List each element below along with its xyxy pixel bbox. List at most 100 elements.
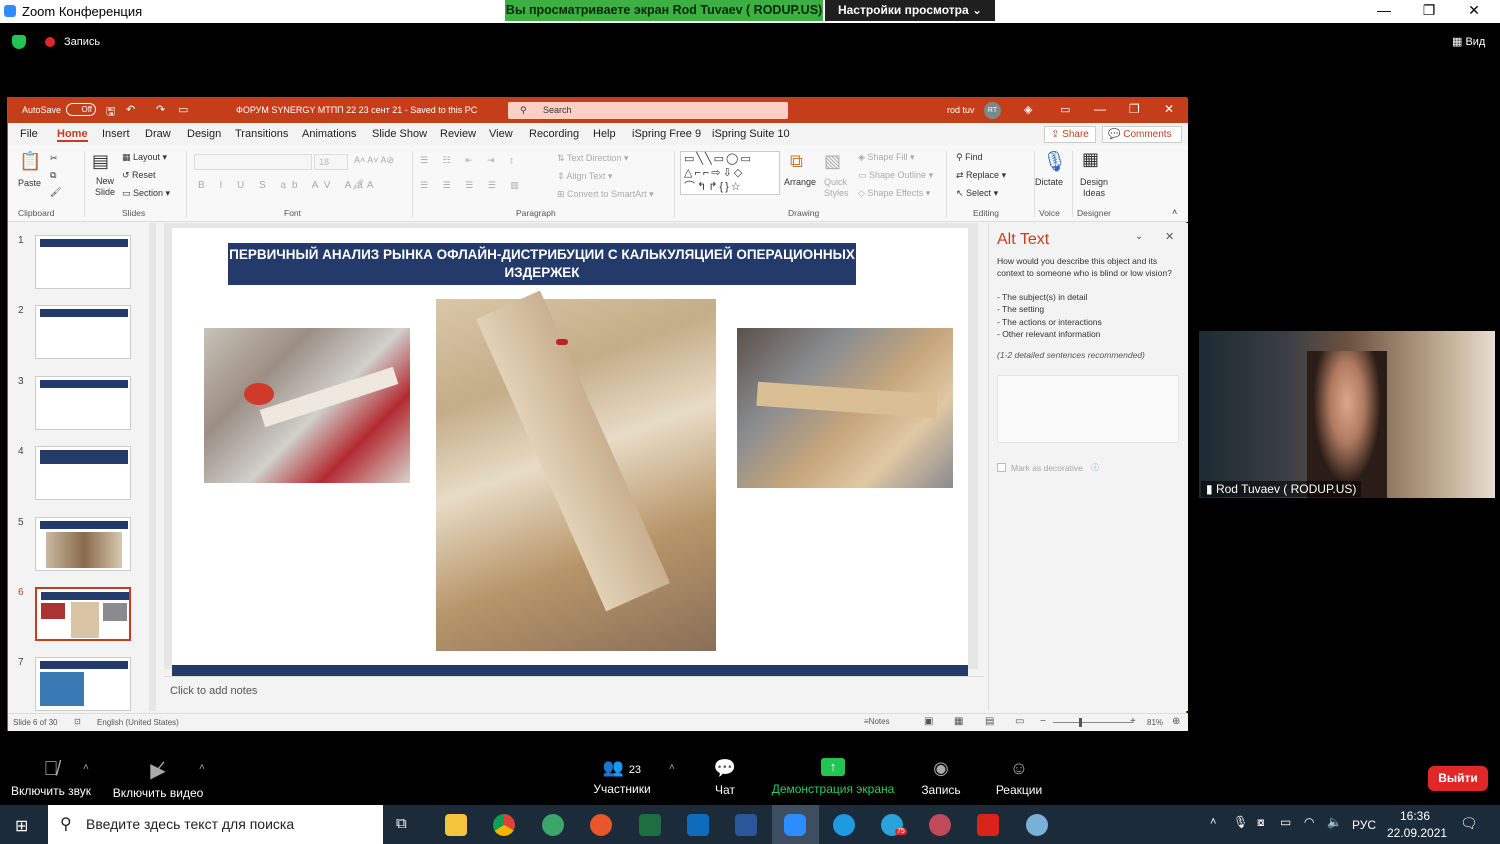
- tab-view[interactable]: View: [489, 128, 513, 140]
- ppt-restore-icon[interactable]: ❐: [1129, 102, 1140, 116]
- zoom-level[interactable]: 81%: [1147, 718, 1163, 727]
- reactions-button[interactable]: ☺ Реакции: [988, 758, 1050, 797]
- ppt-minimize-icon[interactable]: —: [1094, 102, 1106, 116]
- tab-animations[interactable]: Animations: [302, 128, 356, 140]
- tab-ispring-suite[interactable]: iSpring Suite 10: [712, 128, 790, 140]
- edge-icon[interactable]: [833, 814, 855, 836]
- language-status[interactable]: English (United States): [97, 718, 179, 727]
- tab-slide-show[interactable]: Slide Show: [372, 128, 427, 140]
- info-icon[interactable]: ⓘ: [1091, 462, 1099, 473]
- cut-icon[interactable]: ✂: [50, 153, 58, 164]
- collapse-ribbon-icon[interactable]: ˄: [1172, 207, 1177, 217]
- layout-button[interactable]: ▦ Layout ▾: [122, 152, 167, 163]
- battery-icon[interactable]: ▭: [1280, 815, 1291, 829]
- shapes-gallery[interactable]: ▭╲╲▭◯▭ △⌐⌐⇨⇩◇ ⌒↰↱{}☆: [680, 151, 780, 195]
- maximize-icon[interactable]: ❐: [1414, 2, 1444, 20]
- avatar[interactable]: RT: [984, 102, 1001, 119]
- molding-sample-photo[interactable]: [737, 328, 953, 488]
- notes-pane[interactable]: Click to add notes: [164, 676, 984, 711]
- clock-date[interactable]: 22.09.2021: [1387, 826, 1447, 840]
- language-indicator[interactable]: РУС: [1352, 818, 1376, 832]
- task-view-icon[interactable]: ⧉: [396, 815, 407, 832]
- mic-tray-icon[interactable]: 🎙: [1233, 815, 1248, 829]
- shape-outline-button[interactable]: ▭ Shape Outline ▾: [858, 170, 933, 181]
- arrange-icon[interactable]: ⧉: [790, 151, 803, 172]
- align-text-button[interactable]: ⇕ Align Text ▾: [557, 171, 612, 182]
- minimize-icon[interactable]: —: [1369, 2, 1399, 20]
- slide-scrollbar[interactable]: [978, 223, 984, 669]
- slide-thumbnail[interactable]: [35, 376, 131, 430]
- word-icon[interactable]: [735, 814, 757, 836]
- participant-video[interactable]: ▮ Rod Tuvaev ( RODUP.US): [1199, 331, 1495, 498]
- diamond-icon[interactable]: ◈: [1024, 103, 1032, 116]
- tab-ispring-free[interactable]: iSpring Free 9: [632, 128, 701, 140]
- app-icon[interactable]: [929, 814, 951, 836]
- fit-slide-icon[interactable]: ⊕: [1172, 716, 1180, 727]
- excel-icon[interactable]: [639, 814, 661, 836]
- copy-icon[interactable]: ⧉: [50, 170, 56, 181]
- dictate-label[interactable]: Dictate: [1034, 177, 1064, 187]
- acrobat-icon[interactable]: [977, 814, 999, 836]
- tray-icon[interactable]: ⧇: [1257, 815, 1265, 830]
- align-buttons[interactable]: ☰ ☰ ☰ ☰ ▥: [420, 180, 525, 191]
- wood-molding-photo[interactable]: [436, 290, 716, 651]
- zoom-taskbar-icon[interactable]: [784, 814, 806, 836]
- view-button[interactable]: ▦ Вид: [1452, 35, 1485, 48]
- tab-draw[interactable]: Draw: [145, 128, 171, 140]
- globe-icon[interactable]: [542, 814, 564, 836]
- slide-canvas[interactable]: ПЕРВИЧНЫЙ АНАЛИЗ РЫНКА ОФЛАЙН-ДИСТРИБУЦИ…: [172, 228, 968, 676]
- ppt-close-icon[interactable]: ✕: [1164, 102, 1174, 116]
- shape-effects-button[interactable]: ◇ Shape Effects ▾: [858, 188, 930, 199]
- ribbon-display-icon[interactable]: ▭: [1060, 103, 1070, 116]
- reading-view-icon[interactable]: ▤: [985, 716, 994, 727]
- zoom-slider[interactable]: [1053, 722, 1133, 723]
- slide-sorter-icon[interactable]: ▦: [954, 716, 963, 727]
- participants-button[interactable]: 👥 23 Участники: [582, 758, 662, 796]
- clock-time[interactable]: 16:36: [1400, 809, 1430, 823]
- chat-button[interactable]: 💬 Чат: [700, 758, 750, 797]
- tab-transitions[interactable]: Transitions: [235, 128, 288, 140]
- view-settings-button[interactable]: Настройки просмотра ⌄: [825, 0, 995, 21]
- zoom-slider-thumb[interactable]: [1079, 718, 1082, 727]
- app-icon[interactable]: [590, 814, 612, 836]
- new-slide-icon[interactable]: ▤: [92, 151, 109, 172]
- list-buttons[interactable]: ☰ ☷ ⇤ ⇥ ↕: [420, 155, 520, 166]
- thumbnail-scrollbar[interactable]: [149, 223, 156, 711]
- tab-file[interactable]: File: [20, 128, 38, 140]
- slide-title[interactable]: ПЕРВИЧНЫЙ АНАЛИЗ РЫНКА ОФЛАЙН-ДИСТРИБУЦИ…: [228, 243, 856, 285]
- quick-styles-icon[interactable]: ▧: [824, 151, 841, 172]
- normal-view-icon[interactable]: ▣: [924, 716, 933, 727]
- arrange-label[interactable]: Arrange: [784, 177, 816, 187]
- present-icon[interactable]: ▭: [178, 103, 188, 116]
- tab-recording[interactable]: Recording: [529, 128, 579, 140]
- windows-start-icon[interactable]: ⊞: [15, 816, 28, 836]
- share-button[interactable]: ⇪ Share: [1044, 126, 1096, 143]
- font-size-select[interactable]: 18: [314, 154, 348, 170]
- volume-icon[interactable]: 🔈: [1327, 815, 1342, 829]
- zoom-in-icon[interactable]: +: [1130, 716, 1136, 727]
- paste-icon[interactable]: 📋: [19, 151, 41, 172]
- search-input[interactable]: ⚲ Search: [508, 102, 788, 119]
- decorative-checkbox[interactable]: [997, 463, 1006, 472]
- pane-close-icon[interactable]: ✕: [1165, 230, 1174, 243]
- paste-label[interactable]: Paste: [18, 178, 41, 188]
- tab-home[interactable]: Home: [57, 128, 88, 142]
- leave-button[interactable]: Выйти: [1428, 766, 1488, 791]
- tab-insert[interactable]: Insert: [102, 128, 130, 140]
- store-photo[interactable]: [204, 328, 410, 483]
- find-button[interactable]: ⚲ Find: [956, 152, 983, 163]
- taskbar-search-input[interactable]: ⚲ Введите здесь текст для поиска: [48, 805, 383, 844]
- font-name-select[interactable]: [194, 154, 312, 170]
- autosave-toggle[interactable]: Off: [66, 103, 96, 116]
- video-button[interactable]: ▶̸ Включить видео: [108, 758, 208, 800]
- slide-thumbnail[interactable]: [35, 446, 131, 500]
- pane-options-icon[interactable]: ⌄: [1135, 231, 1143, 242]
- accessibility-icon[interactable]: ⊡: [74, 717, 81, 726]
- font-format-buttons[interactable]: B I U S ab AV Aa: [198, 180, 369, 191]
- section-button[interactable]: ▭ Section ▾: [122, 188, 170, 199]
- audio-options-icon[interactable]: ˄: [83, 762, 89, 773]
- paint-icon[interactable]: [1026, 814, 1048, 836]
- design-ideas-label[interactable]: Design Ideas: [1078, 177, 1110, 199]
- format-painter-icon[interactable]: 🖌: [50, 187, 61, 198]
- replace-button[interactable]: ⇄ Replace ▾: [956, 170, 1006, 181]
